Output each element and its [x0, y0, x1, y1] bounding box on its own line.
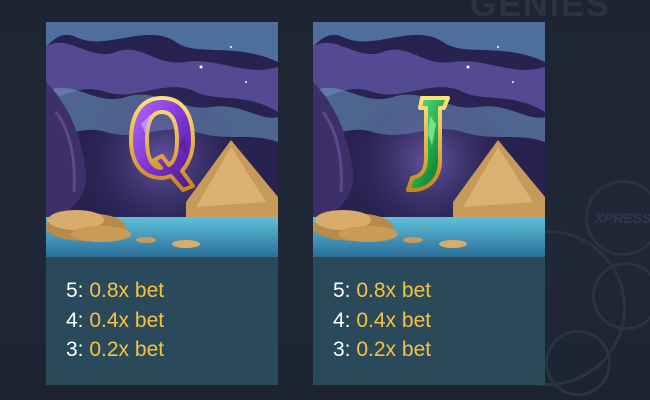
- payout-row-3: 3: 0.2x bet: [333, 338, 431, 362]
- paytable-card-j: 5: 0.8x bet 4: 0.4x bet 3: 0.2x bet: [313, 22, 545, 385]
- match-count: 3:: [333, 338, 357, 361]
- payout-multiplier: 0.2x bet: [89, 338, 165, 361]
- paytable-screen: GENIES XPRESS Q: [0, 0, 650, 400]
- match-count: 5:: [333, 279, 357, 302]
- match-count: 5:: [66, 279, 90, 302]
- queen-gem-letter-icon: [127, 94, 197, 194]
- payout-row-4: 4: 0.4x bet: [66, 309, 164, 333]
- match-count: 3:: [66, 338, 90, 361]
- payout-multiplier: 0.4x bet: [89, 309, 165, 332]
- match-count: 4:: [66, 309, 90, 332]
- background-coins-button: [592, 262, 650, 330]
- background-xpress-button: XPRESS: [585, 180, 650, 256]
- payout-multiplier: 0.8x bet: [356, 279, 432, 302]
- jack-gem-letter-icon: [404, 94, 454, 194]
- background-autoplay-button: [545, 330, 611, 396]
- payout-multiplier: 0.2x bet: [356, 338, 432, 361]
- payout-row-3: 3: 0.2x bet: [66, 338, 164, 362]
- payout-multiplier: 0.4x bet: [356, 309, 432, 332]
- payout-row-5: 5: 0.8x bet: [66, 279, 164, 303]
- paytable-card-q: 5: 0.8x bet 4: 0.4x bet 3: 0.2x bet: [46, 22, 278, 385]
- match-count: 4:: [333, 309, 357, 332]
- symbol-artwork: [313, 22, 545, 257]
- payout-row-4: 4: 0.4x bet: [333, 309, 431, 333]
- payout-multiplier: 0.8x bet: [89, 279, 165, 302]
- symbol-artwork: [46, 22, 278, 257]
- payout-table: 5: 0.8x bet 4: 0.4x bet 3: 0.2x bet: [46, 257, 278, 385]
- payout-table: 5: 0.8x bet 4: 0.4x bet 3: 0.2x bet: [313, 257, 545, 385]
- payout-row-5: 5: 0.8x bet: [333, 279, 431, 303]
